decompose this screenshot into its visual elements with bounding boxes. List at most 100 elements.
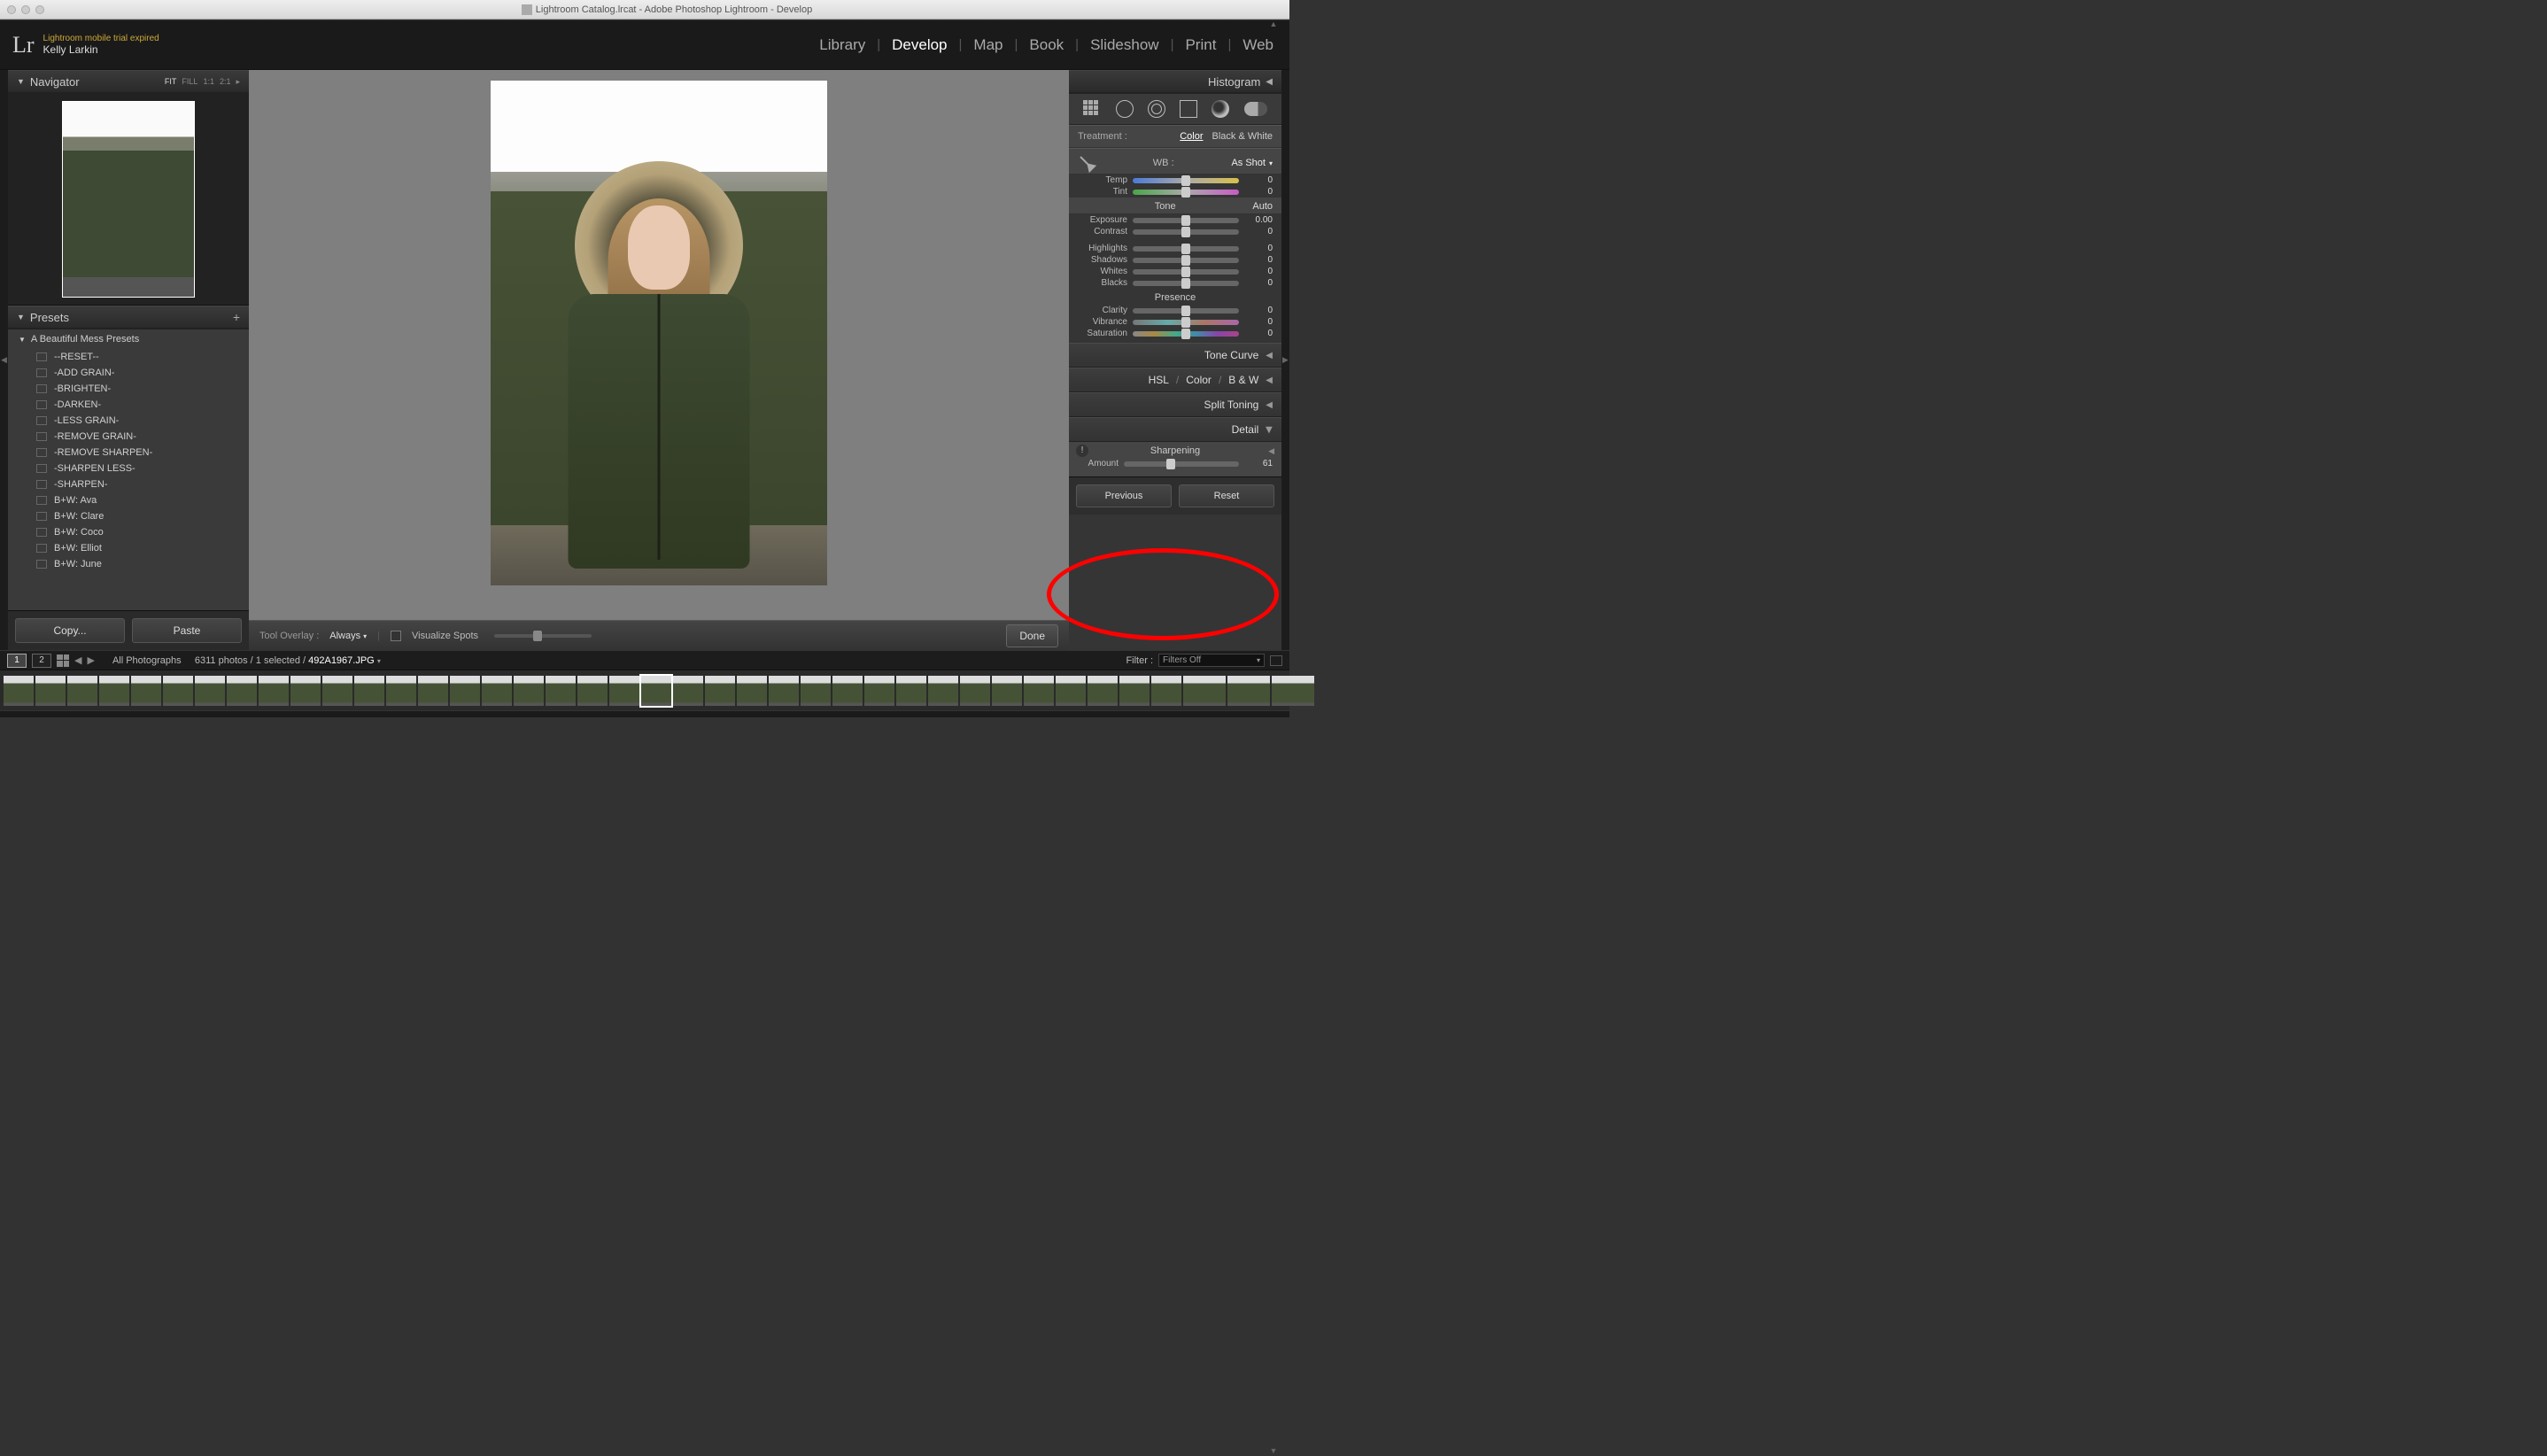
- clarity-slider[interactable]: [1133, 308, 1239, 314]
- temp-value[interactable]: 0: [1244, 175, 1273, 185]
- preset-folder[interactable]: ▼A Beautiful Mess Presets: [8, 329, 249, 349]
- filmstrip-thumb[interactable]: [769, 676, 799, 706]
- filmstrip-thumb[interactable]: [259, 676, 289, 706]
- preset-item[interactable]: -SHARPEN-: [8, 476, 249, 492]
- preset-item[interactable]: B+W: June: [8, 556, 249, 572]
- filmstrip[interactable]: [0, 670, 1289, 710]
- treatment-color[interactable]: Color: [1180, 131, 1203, 142]
- vibrance-value[interactable]: 0: [1244, 317, 1273, 327]
- nav-zoom-menu-icon[interactable]: ▸: [236, 77, 240, 87]
- filmstrip-thumb[interactable]: [131, 676, 161, 706]
- filmstrip-thumb[interactable]: [737, 676, 767, 706]
- left-panel-toggle[interactable]: ◀: [0, 70, 8, 650]
- shadows-value[interactable]: 0: [1244, 255, 1273, 265]
- blacks-slider[interactable]: [1133, 281, 1239, 286]
- filmstrip-thumb[interactable]: [928, 676, 958, 706]
- warning-icon[interactable]: !: [1076, 445, 1088, 457]
- secondary-display-2[interactable]: 2: [32, 654, 51, 668]
- preset-item[interactable]: B+W: Ava: [8, 492, 249, 508]
- module-library[interactable]: Library: [816, 36, 869, 54]
- top-panel-toggle[interactable]: ▲: [1263, 19, 1284, 27]
- clarity-value[interactable]: 0: [1244, 306, 1273, 315]
- preset-item[interactable]: B+W: Clare: [8, 508, 249, 524]
- identity-user[interactable]: Kelly Larkin: [43, 43, 159, 56]
- filmstrip-thumb[interactable]: [1024, 676, 1054, 706]
- filmstrip-thumb[interactable]: [577, 676, 608, 706]
- add-preset-button[interactable]: +: [233, 310, 240, 324]
- preset-item[interactable]: -REMOVE GRAIN-: [8, 429, 249, 445]
- preset-item[interactable]: -DARKEN-: [8, 397, 249, 413]
- filmstrip-thumb[interactable]: [195, 676, 225, 706]
- filename-menu-icon[interactable]: ▾: [377, 657, 381, 665]
- bottom-panel-toggle[interactable]: ▼: [1270, 1446, 1278, 1455]
- tint-value[interactable]: 0: [1244, 187, 1273, 197]
- filmstrip-thumb[interactable]: [99, 676, 129, 706]
- reset-button[interactable]: Reset: [1179, 484, 1274, 507]
- highlights-slider[interactable]: [1133, 246, 1239, 252]
- module-map[interactable]: Map: [970, 36, 1006, 54]
- radial-filter-icon[interactable]: [1212, 100, 1229, 118]
- presets-header[interactable]: ▼ Presets +: [8, 306, 249, 329]
- nav-zoom-fit[interactable]: FIT: [165, 77, 177, 87]
- filmstrip-thumb[interactable]: [418, 676, 448, 706]
- grid-view-icon[interactable]: [57, 654, 69, 667]
- exposure-slider[interactable]: [1133, 218, 1239, 223]
- temp-slider[interactable]: [1133, 178, 1239, 183]
- module-print[interactable]: Print: [1181, 36, 1219, 54]
- module-slideshow[interactable]: Slideshow: [1087, 36, 1163, 54]
- copy-button[interactable]: Copy...: [15, 618, 125, 643]
- filmstrip-thumb[interactable]: [832, 676, 863, 706]
- preset-item[interactable]: -ADD GRAIN-: [8, 365, 249, 381]
- filmstrip-thumb[interactable]: [322, 676, 352, 706]
- filmstrip-thumb[interactable]: [163, 676, 193, 706]
- detail-collapse-icon[interactable]: ◀: [1268, 446, 1274, 456]
- nav-back-icon[interactable]: ◀: [74, 654, 81, 666]
- contrast-slider[interactable]: [1133, 229, 1239, 235]
- filmstrip-scrollbar[interactable]: ▼: [0, 710, 1289, 717]
- filmstrip-thumb[interactable]: [864, 676, 894, 706]
- module-develop[interactable]: Develop: [888, 36, 950, 54]
- filmstrip-thumb[interactable]: [1119, 676, 1150, 706]
- saturation-value[interactable]: 0: [1244, 329, 1273, 338]
- detail-panel[interactable]: Detail◀: [1069, 417, 1281, 442]
- main-photo[interactable]: [491, 81, 827, 585]
- module-book[interactable]: Book: [1026, 36, 1067, 54]
- filmstrip-thumb[interactable]: [992, 676, 1022, 706]
- redeye-tool-icon[interactable]: [1148, 100, 1165, 118]
- filmstrip-thumb[interactable]: [67, 676, 97, 706]
- navigator-preview[interactable]: [8, 93, 249, 306]
- filmstrip-thumb[interactable]: [386, 676, 416, 706]
- visualize-slider[interactable]: [494, 634, 592, 638]
- filmstrip-thumb[interactable]: [227, 676, 257, 706]
- collection-name[interactable]: All Photographs: [112, 655, 182, 666]
- tool-overlay-dropdown[interactable]: Always ▾: [329, 631, 367, 641]
- exposure-value[interactable]: 0.00: [1244, 215, 1273, 225]
- highlights-value[interactable]: 0: [1244, 244, 1273, 253]
- filmstrip-thumb[interactable]: [546, 676, 576, 706]
- preset-item[interactable]: B+W: Coco: [8, 524, 249, 540]
- filmstrip-thumb[interactable]: [1056, 676, 1086, 706]
- crop-tool-icon[interactable]: [1083, 100, 1101, 118]
- preset-item[interactable]: -BRIGHTEN-: [8, 381, 249, 397]
- filmstrip-thumb[interactable]: [641, 676, 671, 706]
- nav-zoom-2to1[interactable]: 2:1: [220, 77, 231, 87]
- filmstrip-thumb[interactable]: [673, 676, 703, 706]
- auto-tone-button[interactable]: Auto: [1252, 201, 1273, 212]
- filmstrip-thumb[interactable]: [1183, 676, 1226, 706]
- filmstrip-thumb[interactable]: [960, 676, 990, 706]
- previous-button[interactable]: Previous: [1076, 484, 1172, 507]
- filmstrip-thumb[interactable]: [801, 676, 831, 706]
- zoom-window-icon[interactable]: [35, 5, 44, 14]
- filmstrip-thumb[interactable]: [1088, 676, 1118, 706]
- treatment-bw[interactable]: Black & White: [1212, 131, 1273, 142]
- whites-value[interactable]: 0: [1244, 267, 1273, 276]
- window-controls[interactable]: [7, 5, 44, 14]
- filmstrip-thumb[interactable]: [609, 676, 639, 706]
- contrast-value[interactable]: 0: [1244, 227, 1273, 236]
- filmstrip-thumb[interactable]: [1272, 676, 1314, 706]
- filmstrip-thumb[interactable]: [1151, 676, 1181, 706]
- preset-item[interactable]: B+W: Elliot: [8, 540, 249, 556]
- whites-slider[interactable]: [1133, 269, 1239, 275]
- saturation-slider[interactable]: [1133, 331, 1239, 337]
- filmstrip-thumb[interactable]: [4, 676, 34, 706]
